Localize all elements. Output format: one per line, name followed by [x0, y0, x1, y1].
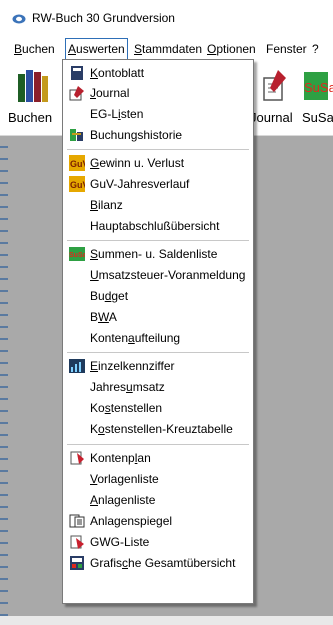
guv-icon: GuV	[69, 155, 85, 171]
menu-item-label: GuV-Jahresverlauf	[90, 177, 190, 191]
menu-item-eg-listen[interactable]: EG-Listen	[63, 104, 253, 124]
menu-item-gewinn-verlust[interactable]: GuV Gewinn u. Verlust	[63, 153, 253, 173]
menu-separator	[67, 352, 249, 353]
menu-item-anlagenspiegel[interactable]: Anlagenspiegel	[63, 511, 253, 531]
menu-item-label: Vorlagenliste	[90, 472, 159, 486]
menu-item-label: Budget	[90, 289, 129, 303]
menu-item-bwa[interactable]: BWA	[63, 307, 253, 327]
menu-item-journal[interactable]: Journal	[63, 83, 253, 103]
menu-auswerten[interactable]: Auswerten	[65, 38, 128, 60]
menu-item-label: Kontenaufteilung	[90, 331, 181, 345]
menu-item-kontoblatt[interactable]: Kontoblatt	[63, 63, 253, 83]
menu-item-gwg-liste[interactable]: GWG-Liste	[63, 532, 253, 552]
books-icon	[18, 70, 48, 102]
journal-icon	[263, 70, 286, 101]
svg-text:SuSa: SuSa	[69, 252, 85, 259]
auswerten-dropdown-menu: Kontoblatt Journal EG-Listen Buchungshis…	[62, 59, 254, 604]
menu-item-kostenstellen[interactable]: Kostenstellen	[63, 398, 253, 418]
menu-item-grafische-gesamtuebersicht[interactable]: Grafische Gesamtübersicht	[63, 553, 253, 573]
toolbar-susa-button[interactable]: SuSa SuSa	[300, 64, 333, 130]
menu-item-umsatzsteuer-voranmeldung[interactable]: Umsatzsteuer-Voranmeldung	[63, 265, 253, 285]
menu-item-vorlagenliste[interactable]: Vorlagenliste	[63, 469, 253, 489]
toolbar-journal-label: Journal	[250, 110, 293, 125]
menu-item-anlagenliste[interactable]: Anlagenliste	[63, 490, 253, 510]
menu-item-budget[interactable]: Budget	[63, 286, 253, 306]
history-icon	[70, 129, 83, 141]
menu-item-label: Einzelkennziffer	[90, 359, 175, 373]
menu-item-bilanz[interactable]: Bilanz	[63, 195, 253, 215]
menu-item-hauptabschlussuebersicht[interactable]: Hauptabschlußübersicht	[63, 216, 253, 236]
menu-item-label: Journal	[90, 86, 130, 100]
gwg-icon	[70, 535, 84, 549]
kontenplan-icon	[70, 451, 84, 465]
menu-fenster[interactable]: Fenster	[266, 40, 307, 58]
menu-item-summen-saldenliste[interactable]: SuSa Summen- u. Saldenliste	[63, 244, 253, 264]
mdi-left-edge	[0, 136, 8, 616]
journal-icon	[69, 86, 84, 101]
title-bar: RW-Buch 30 Grundversion	[0, 0, 333, 34]
toolbar-buchen-label: Buchen	[8, 110, 53, 125]
menu-item-guv-jahresverlauf[interactable]: GuV GuV-Jahresverlauf	[63, 174, 253, 194]
svg-text:SuSa: SuSa	[304, 80, 333, 95]
svg-text:GuV: GuV	[70, 180, 85, 190]
menu-buchen[interactable]: Buchen	[14, 40, 55, 58]
toolbar-journal-button[interactable]: Journal	[250, 64, 296, 130]
window-title: RW-Buch 30 Grundversion	[32, 11, 175, 25]
menu-item-label: Jahresumsatz	[90, 380, 165, 394]
app-logo-icon	[12, 14, 26, 24]
menu-optionen[interactable]: Optionen	[207, 40, 256, 58]
menu-separator	[67, 240, 249, 241]
menu-item-label: Hauptabschlußübersicht	[90, 219, 220, 233]
chart-icon	[69, 359, 85, 373]
menu-item-label: Anlagenliste	[90, 493, 156, 507]
toolbar-buchen-button[interactable]: Buchen	[2, 64, 62, 130]
guv-icon: GuV	[69, 176, 85, 192]
overview-icon	[70, 556, 84, 570]
menu-item-label: GWG-Liste	[90, 535, 150, 549]
menu-item-label: Gewinn u. Verlust	[90, 156, 185, 170]
menu-item-label: EG-Listen	[90, 107, 144, 121]
menu-item-jahresumsatz[interactable]: Jahresumsatz	[63, 377, 253, 397]
menu-item-label: Bilanz	[90, 198, 123, 212]
menu-item-label: Kontenplan	[90, 451, 151, 465]
menu-item-kontenaufteilung[interactable]: Kontenaufteilung	[63, 328, 253, 348]
menu-item-einzelkennziffer[interactable]: Einzelkennziffer	[63, 356, 253, 376]
menu-item-label: Kostenstellen-Kreuztabelle	[90, 422, 233, 436]
menu-item-kostenstellen-kreuztabelle[interactable]: Kostenstellen-Kreuztabelle	[63, 419, 253, 439]
menu-item-label: Kostenstellen	[90, 401, 163, 415]
menu-item-label: Grafische Gesamtübersicht	[90, 556, 236, 570]
menu-item-kontenplan[interactable]: Kontenplan	[63, 448, 253, 468]
status-bar	[0, 616, 333, 625]
menu-item-label: Umsatzsteuer-Voranmeldung	[90, 268, 246, 282]
menu-item-label: BWA	[90, 310, 117, 324]
menu-bar: Buchen Auswerten Stammdaten Optionen Fen…	[0, 38, 333, 60]
menu-item-buchungshistorie[interactable]: Buchungshistorie	[63, 125, 253, 145]
menu-stammdaten[interactable]: Stammdaten	[134, 40, 202, 58]
book-icon	[71, 66, 83, 80]
menu-item-label: Summen- u. Saldenliste	[90, 247, 218, 261]
svg-text:GuV: GuV	[70, 159, 85, 169]
menu-item-label: Buchungshistorie	[90, 128, 183, 142]
toolbar-susa-label: SuSa	[302, 110, 333, 125]
susa-icon: SuSa	[304, 72, 333, 100]
anlagenspiegel-icon	[69, 514, 85, 528]
menu-help[interactable]: ?	[312, 40, 319, 58]
menu-item-label: Anlagenspiegel	[90, 514, 173, 528]
menu-item-label: Kontoblatt	[90, 66, 145, 80]
menu-separator	[67, 444, 249, 445]
menu-separator	[67, 149, 249, 150]
susa-icon: SuSa	[69, 247, 85, 261]
